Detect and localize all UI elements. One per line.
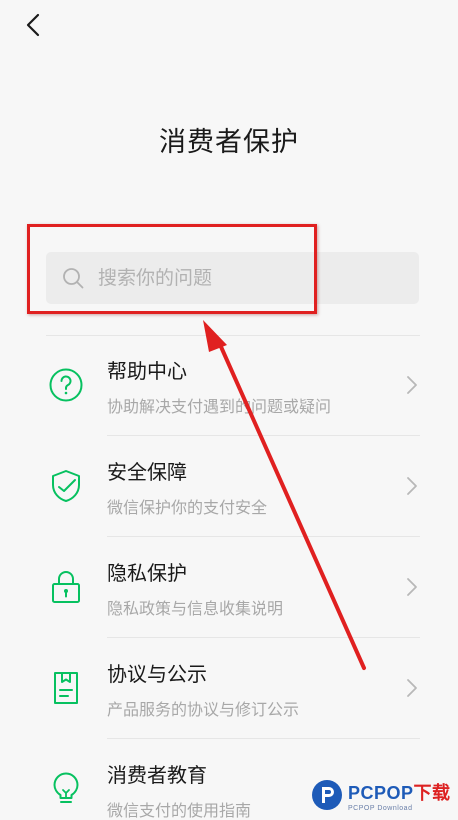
lock-icon: [52, 571, 80, 603]
menu-item-title: 隐私保护: [107, 561, 187, 585]
menu-item-subtitle: 微信保护你的支付安全: [107, 498, 268, 517]
watermark-accent: 下载: [413, 782, 451, 803]
menu-item-title: 安全保障: [107, 460, 187, 484]
chevron-right-icon: [407, 679, 417, 697]
chevron-right-icon: [407, 477, 417, 495]
document-icon: [54, 672, 78, 704]
menu-list: 帮助中心 协助解决支付遇到的问题或疑问 安全保障 微信保护你的支付安全 隐私保护…: [0, 335, 458, 820]
menu-item-security[interactable]: 安全保障 微信保护你的支付安全: [0, 436, 458, 537]
chevron-right-icon: [407, 376, 417, 394]
menu-item-subtitle: 隐私政策与信息收集说明: [107, 599, 284, 618]
page-title: 消费者保护: [159, 127, 299, 158]
search-bar[interactable]: [46, 252, 419, 304]
menu-item-privacy[interactable]: 隐私保护 隐私政策与信息收集说明: [0, 537, 458, 638]
menu-item-agreements[interactable]: 协议与公示 产品服务的协议与修订公示: [0, 638, 458, 739]
watermark: PCPOP下载 PCPOP Download: [310, 770, 458, 820]
menu-item-subtitle: 协助解决支付遇到的问题或疑问: [107, 397, 332, 416]
chevron-right-icon: [407, 578, 417, 596]
menu-item-title: 消费者教育: [107, 763, 207, 787]
search-icon: [63, 268, 84, 289]
lightbulb-icon: [53, 772, 79, 803]
menu-item-subtitle: 产品服务的协议与修订公示: [107, 700, 300, 719]
watermark-main: PCPOP: [348, 782, 414, 803]
menu-item-title: 帮助中心: [107, 359, 187, 383]
menu-item-title: 协议与公示: [107, 662, 207, 686]
back-button[interactable]: [18, 10, 48, 40]
watermark-sub: PCPOP Download: [348, 804, 413, 812]
pcpop-logo-icon: [312, 780, 342, 810]
question-circle-icon: [49, 368, 83, 402]
menu-item-subtitle: 微信支付的使用指南: [107, 801, 252, 820]
shield-check-icon: [52, 470, 80, 502]
chevron-left-icon: [26, 13, 40, 37]
menu-item-help-center[interactable]: 帮助中心 协助解决支付遇到的问题或疑问: [0, 335, 458, 436]
search-input[interactable]: [98, 267, 378, 289]
